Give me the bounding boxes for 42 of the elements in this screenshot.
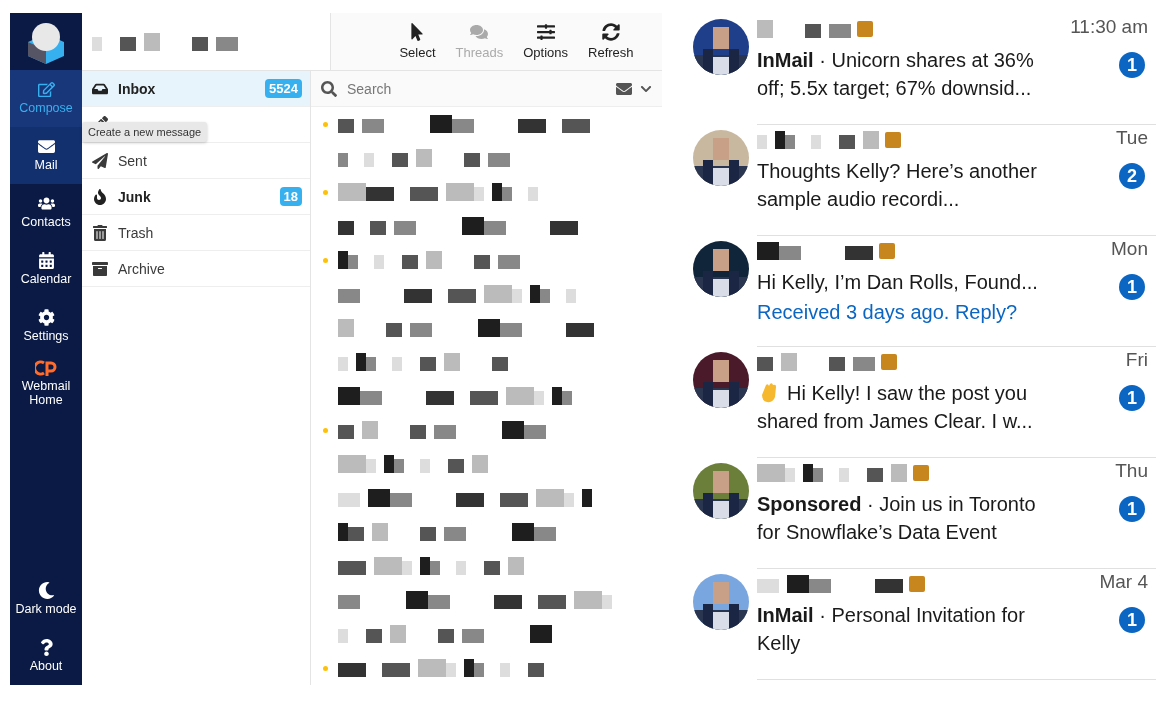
- message-preview: Hi Kelly, I’m Dan Rolls, Found...: [757, 270, 1039, 295]
- conversation-row[interactable]: Hi Kelly, I’m Dan Rolls, Found... Received 3 days ago. Reply? Mon 1: [690, 236, 1156, 347]
- toolbar-button[interactable]: Select: [396, 23, 439, 60]
- message-time: Tue: [1115, 127, 1148, 149]
- message-preview: InMail · Personal Invitation for Kelly: [757, 603, 1026, 656]
- message-time: Fri: [1125, 349, 1148, 371]
- nav-item[interactable]: Mail: [10, 127, 82, 184]
- search-field[interactable]: Search: [345, 79, 608, 98]
- message-preview: Thoughts Kelly? Here’s another sample audio recordi...: [757, 159, 1038, 212]
- nav-item[interactable]: Dark mode: [10, 571, 82, 628]
- toolbar-button[interactable]: Refresh: [585, 23, 637, 60]
- nav-item[interactable]: Compose: [10, 70, 82, 127]
- folder-item[interactable]: Inbox 5524: [82, 71, 310, 107]
- conversation-row[interactable]: InMail · Unicorn shares at 36% off; 5.5x target; 67% downsid... 11:30 am 1: [690, 14, 1156, 125]
- unread-count: 2: [1119, 163, 1145, 189]
- nav-item[interactable]: Webmail Home: [10, 355, 82, 412]
- nav-item[interactable]: Contacts: [10, 184, 82, 241]
- conversation-row[interactable]: Sponsored · Join us in Toronto for Snowflake’s Data Event Thu 1: [690, 458, 1156, 569]
- unread-count: 18: [279, 187, 302, 206]
- reply-link[interactable]: Received 3 days ago. Reply?: [757, 298, 1018, 326]
- conversation-row[interactable]: Hi Kelly! I saw the post you shared from James Clear. I w... Fri 1: [690, 347, 1156, 458]
- toolbar-button[interactable]: Options: [520, 23, 572, 60]
- unread-count: 1: [1119, 52, 1145, 78]
- message-preview: Sponsored · Join us in Toronto for Snowflake’s Data Event: [757, 492, 1037, 545]
- message-time: Mon: [1111, 238, 1148, 260]
- message-time: Mar 4: [1099, 571, 1148, 593]
- unread-count: 1: [1119, 607, 1145, 633]
- message-preview: Hi Kelly! I saw the post you shared from James Clear. I w...: [757, 380, 1034, 434]
- unread-count: 1: [1119, 274, 1145, 300]
- tooltip: Create a new message: [82, 122, 208, 142]
- unread-count: 5524: [265, 79, 302, 98]
- conversation-row[interactable]: InMail · Personal Invitation for Kelly Mar 4 1: [690, 569, 1156, 680]
- search-bar[interactable]: Search: [311, 71, 662, 107]
- unread-count: 1: [1119, 385, 1145, 411]
- message-time: 11:30 am: [1070, 16, 1148, 38]
- nav-item[interactable]: Calendar: [10, 241, 82, 298]
- conversation-row[interactable]: Thoughts Kelly? Here’s another sample audio recordi... Tue 2: [690, 125, 1156, 236]
- nav-item[interactable]: About: [10, 628, 82, 685]
- message-preview: InMail · Unicorn shares at 36% off; 5.5x target; 67% downsid...: [757, 48, 1035, 101]
- message-time: Thu: [1115, 460, 1148, 482]
- unread-count: 1: [1119, 496, 1145, 522]
- nav-item[interactable]: Settings: [10, 298, 82, 355]
